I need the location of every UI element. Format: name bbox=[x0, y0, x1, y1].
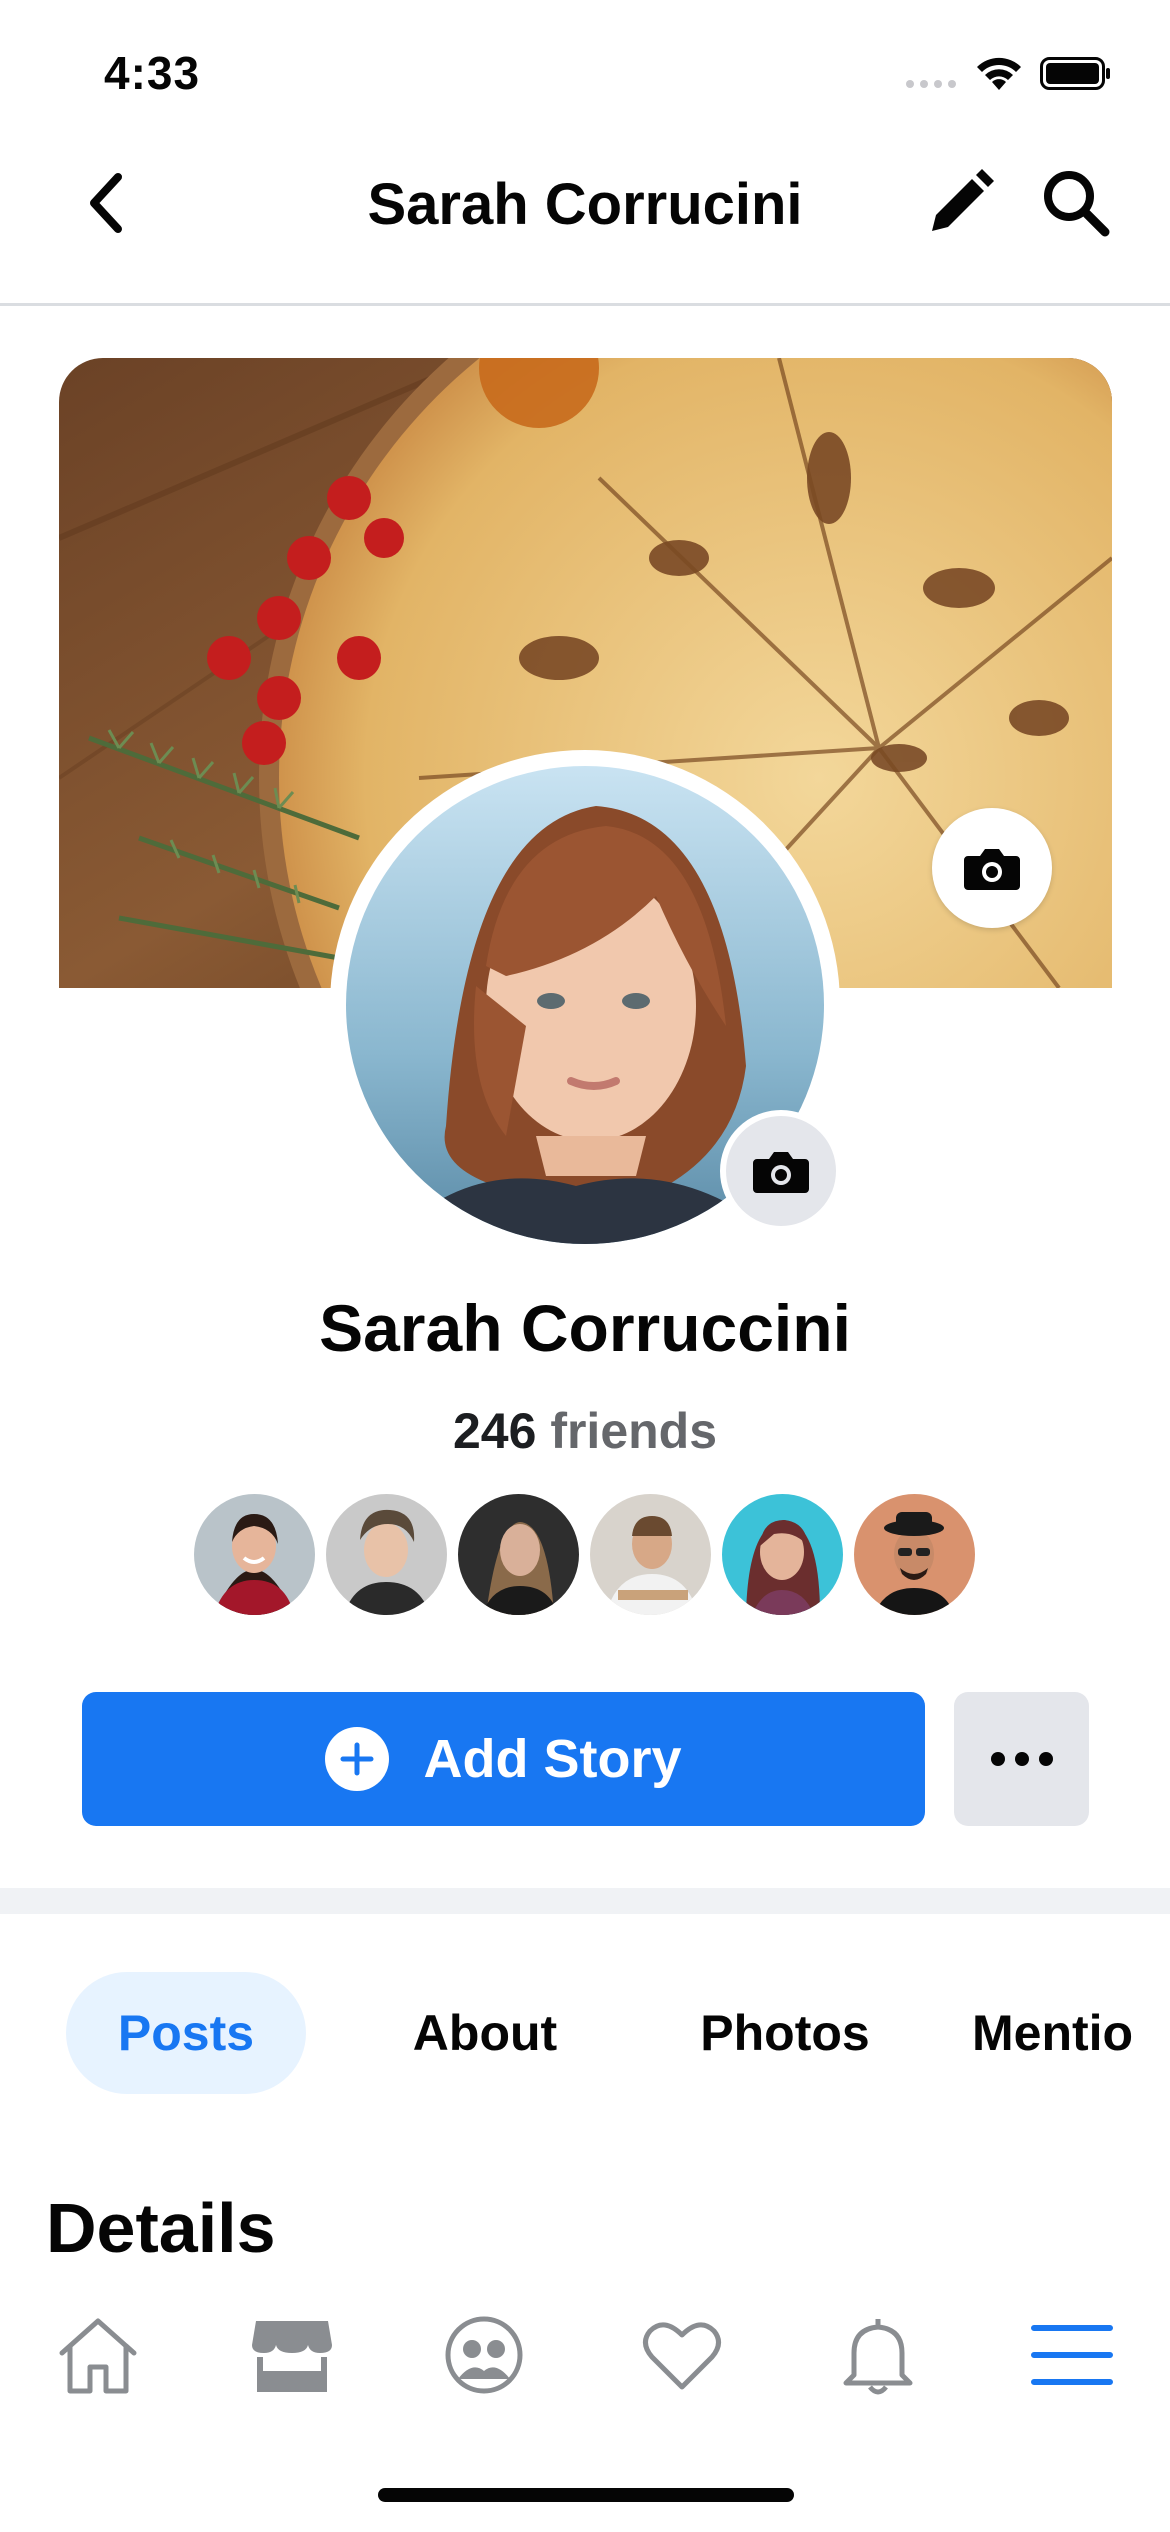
friend-avatar[interactable] bbox=[854, 1494, 975, 1615]
profile-header: Sarah Corrucini bbox=[0, 140, 1170, 306]
home-icon bbox=[59, 2318, 137, 2394]
groups-tab[interactable] bbox=[434, 2310, 534, 2400]
add-story-label: Add Story bbox=[423, 1729, 682, 1789]
friends-count-label: friends bbox=[550, 1403, 718, 1459]
status-time: 4:33 bbox=[104, 47, 201, 99]
friend-avatar-image bbox=[194, 1494, 315, 1615]
edit-button[interactable] bbox=[918, 158, 1002, 248]
heart-icon bbox=[643, 2322, 721, 2390]
marketplace-icon bbox=[252, 2321, 332, 2392]
add-story-button[interactable]: Add Story bbox=[82, 1692, 925, 1826]
friend-avatars-row bbox=[194, 1494, 975, 1615]
plus-icon bbox=[325, 1727, 390, 1791]
friend-avatar-image bbox=[458, 1494, 579, 1615]
edit-cover-photo-button[interactable] bbox=[932, 808, 1052, 928]
friends-count[interactable]: 246 friends bbox=[0, 1402, 1170, 1460]
bell-icon bbox=[843, 2319, 913, 2395]
dating-tab[interactable] bbox=[632, 2310, 732, 2400]
tab-photos[interactable]: Photos bbox=[660, 1972, 910, 2094]
home-tab[interactable] bbox=[48, 2310, 148, 2400]
friend-avatar[interactable] bbox=[326, 1494, 447, 1615]
camera-icon bbox=[964, 849, 1020, 890]
friend-avatar-image bbox=[590, 1494, 711, 1615]
status-bar: 4:33 bbox=[0, 0, 1170, 140]
section-divider bbox=[0, 1888, 1170, 1914]
pencil-icon bbox=[932, 169, 994, 231]
friend-avatar[interactable] bbox=[458, 1494, 579, 1615]
edit-profile-picture-button[interactable] bbox=[720, 1110, 842, 1232]
tab-posts[interactable]: Posts bbox=[66, 1972, 306, 2094]
tab-about[interactable]: About bbox=[360, 1972, 610, 2094]
home-indicator bbox=[378, 2488, 794, 2502]
menu-tab[interactable] bbox=[1022, 2310, 1122, 2400]
profile-tabs: Posts About Photos Mentio bbox=[0, 1972, 1170, 2094]
more-options-button[interactable] bbox=[954, 1692, 1089, 1826]
bottom-tab-bar bbox=[0, 2300, 1170, 2410]
profile-name: Sarah Corruccini bbox=[319, 1291, 851, 1365]
menu-icon bbox=[1031, 2325, 1113, 2385]
battery-icon bbox=[1040, 57, 1110, 90]
notifications-tab[interactable] bbox=[828, 2310, 928, 2400]
camera-icon bbox=[753, 1152, 809, 1193]
friend-avatar-image bbox=[722, 1494, 843, 1615]
friend-avatar[interactable] bbox=[590, 1494, 711, 1615]
profile-screen: 4:33 Sarah Corrucini Sarah Corruccini 24… bbox=[0, 0, 1170, 2532]
friend-avatar-image bbox=[326, 1494, 447, 1615]
friends-count-number: 246 bbox=[452, 1403, 537, 1459]
friend-avatar-image bbox=[854, 1494, 975, 1615]
tab-mentions[interactable]: Mentio bbox=[972, 1972, 1170, 2094]
search-icon bbox=[1044, 171, 1110, 237]
search-button[interactable] bbox=[1034, 158, 1118, 248]
details-heading: Details bbox=[46, 2189, 276, 2267]
groups-icon bbox=[445, 2316, 523, 2394]
more-dots-icon bbox=[990, 1752, 1005, 1766]
friend-avatar[interactable] bbox=[722, 1494, 843, 1615]
marketplace-tab[interactable] bbox=[242, 2310, 342, 2400]
cellular-signal-icon bbox=[906, 80, 956, 88]
wifi-icon bbox=[977, 57, 1021, 90]
friend-avatar[interactable] bbox=[194, 1494, 315, 1615]
